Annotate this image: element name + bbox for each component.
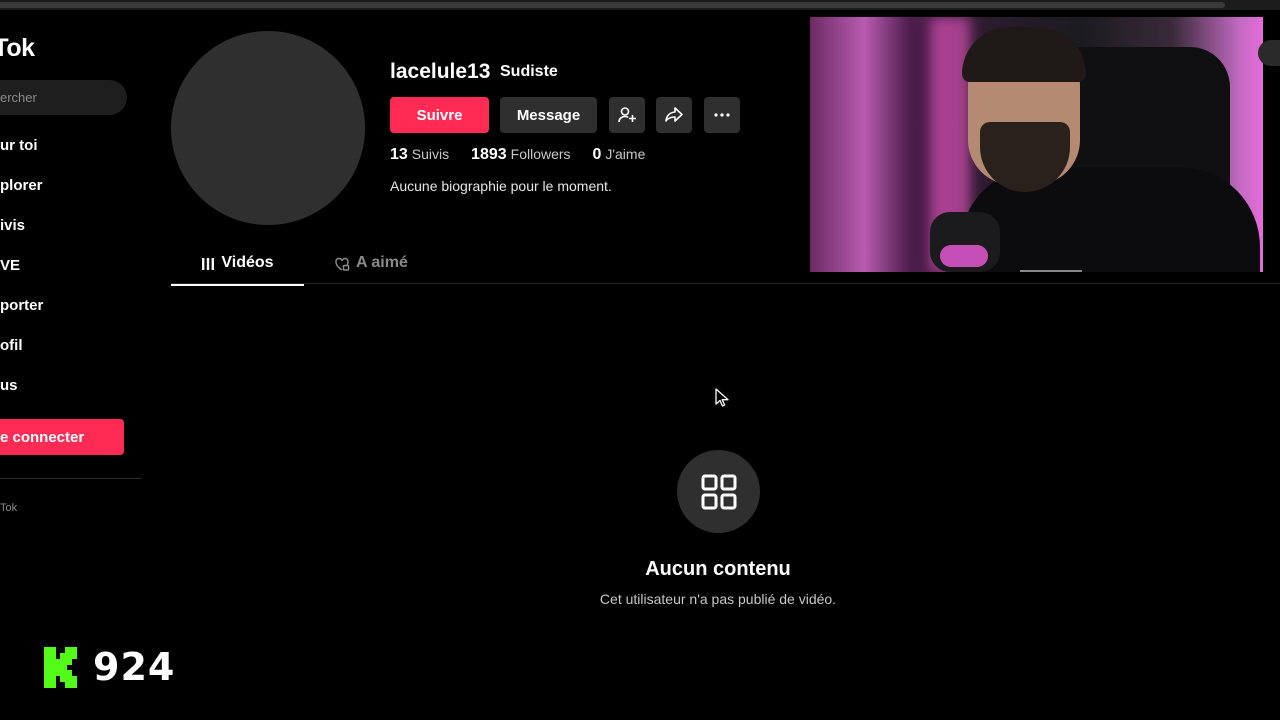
heart-lock-icon (335, 257, 350, 271)
microphone-light (940, 245, 988, 267)
search-input[interactable]: ercher (0, 80, 127, 115)
sidebar-item-explore[interactable]: plorer (0, 177, 43, 194)
tab-liked[interactable]: A aimé (334, 254, 408, 284)
browser-top-scrollbar[interactable] (0, 0, 1280, 10)
tab-videos-label: Vidéos (221, 254, 274, 271)
tabs-divider (171, 283, 1280, 284)
login-button[interactable]: e connecter (0, 419, 124, 455)
sidebar-item-live[interactable]: VE (0, 257, 20, 274)
sidebar-divider (0, 478, 142, 479)
tiktok-logo[interactable]: kTok (0, 34, 35, 63)
grid-icon (701, 474, 736, 509)
avatar (171, 31, 365, 225)
share-button[interactable] (656, 97, 692, 133)
following-count[interactable]: 13 (390, 146, 408, 163)
add-user-icon (618, 107, 636, 123)
profile-nickname: Sudiste (500, 63, 558, 80)
follow-button-label: Suivre (416, 106, 463, 124)
empty-state-title: Aucun contenu (645, 558, 791, 580)
webcam-bottom-bar (1020, 270, 1082, 272)
likes-count: 0 (592, 146, 602, 163)
empty-state-subtitle: Cet utilisateur n'a pas publié de vidéo. (599, 591, 837, 607)
sidebar-item-following[interactable]: ivis (0, 217, 25, 234)
sidebar-item-profile[interactable]: ofil (0, 337, 23, 354)
scroll-track (0, 2, 1225, 8)
message-button[interactable]: Message (500, 97, 597, 133)
more-icon (714, 113, 730, 117)
kick-logo-icon (44, 646, 77, 688)
login-button-label: e connecter (0, 429, 85, 446)
likes-label: J'aime (605, 146, 646, 162)
sidebar-item-for-you[interactable]: ur toi (0, 137, 38, 154)
search-placeholder: ercher (0, 90, 37, 105)
followers-count[interactable]: 1893 (471, 146, 507, 163)
sidebar-item-upload[interactable]: porter (0, 297, 43, 314)
empty-state-icon-circle (677, 450, 760, 533)
sidebar-item-more[interactable]: us (0, 377, 18, 394)
following-label: Suivis (411, 146, 450, 162)
profile-bio: Aucune biographie pour le moment. (390, 178, 612, 194)
profile-username: lacelule13 (390, 60, 491, 83)
webcam-overlay (810, 17, 1263, 272)
suggest-accounts-button[interactable] (609, 97, 645, 133)
kick-viewer-count: 924 (93, 645, 176, 689)
tab-videos[interactable]: Vidéos (171, 254, 304, 286)
followers-label: Followers (510, 146, 571, 162)
grid-lines-icon (202, 258, 215, 270)
follow-button[interactable]: Suivre (390, 97, 489, 133)
share-icon (665, 107, 683, 122)
mouse-cursor-icon (715, 388, 729, 407)
more-options-button[interactable] (704, 97, 740, 133)
profile-stats: 13 Suivis 1893 Followers 0 J'aime (390, 146, 663, 164)
tab-liked-label: A aimé (356, 254, 408, 271)
message-button-label: Message (516, 106, 581, 124)
kick-viewer-badge: 924 (44, 645, 175, 689)
sidebar-footer: Tok (0, 502, 18, 514)
edge-handle (1258, 40, 1280, 66)
streamer-hair (962, 27, 1086, 82)
